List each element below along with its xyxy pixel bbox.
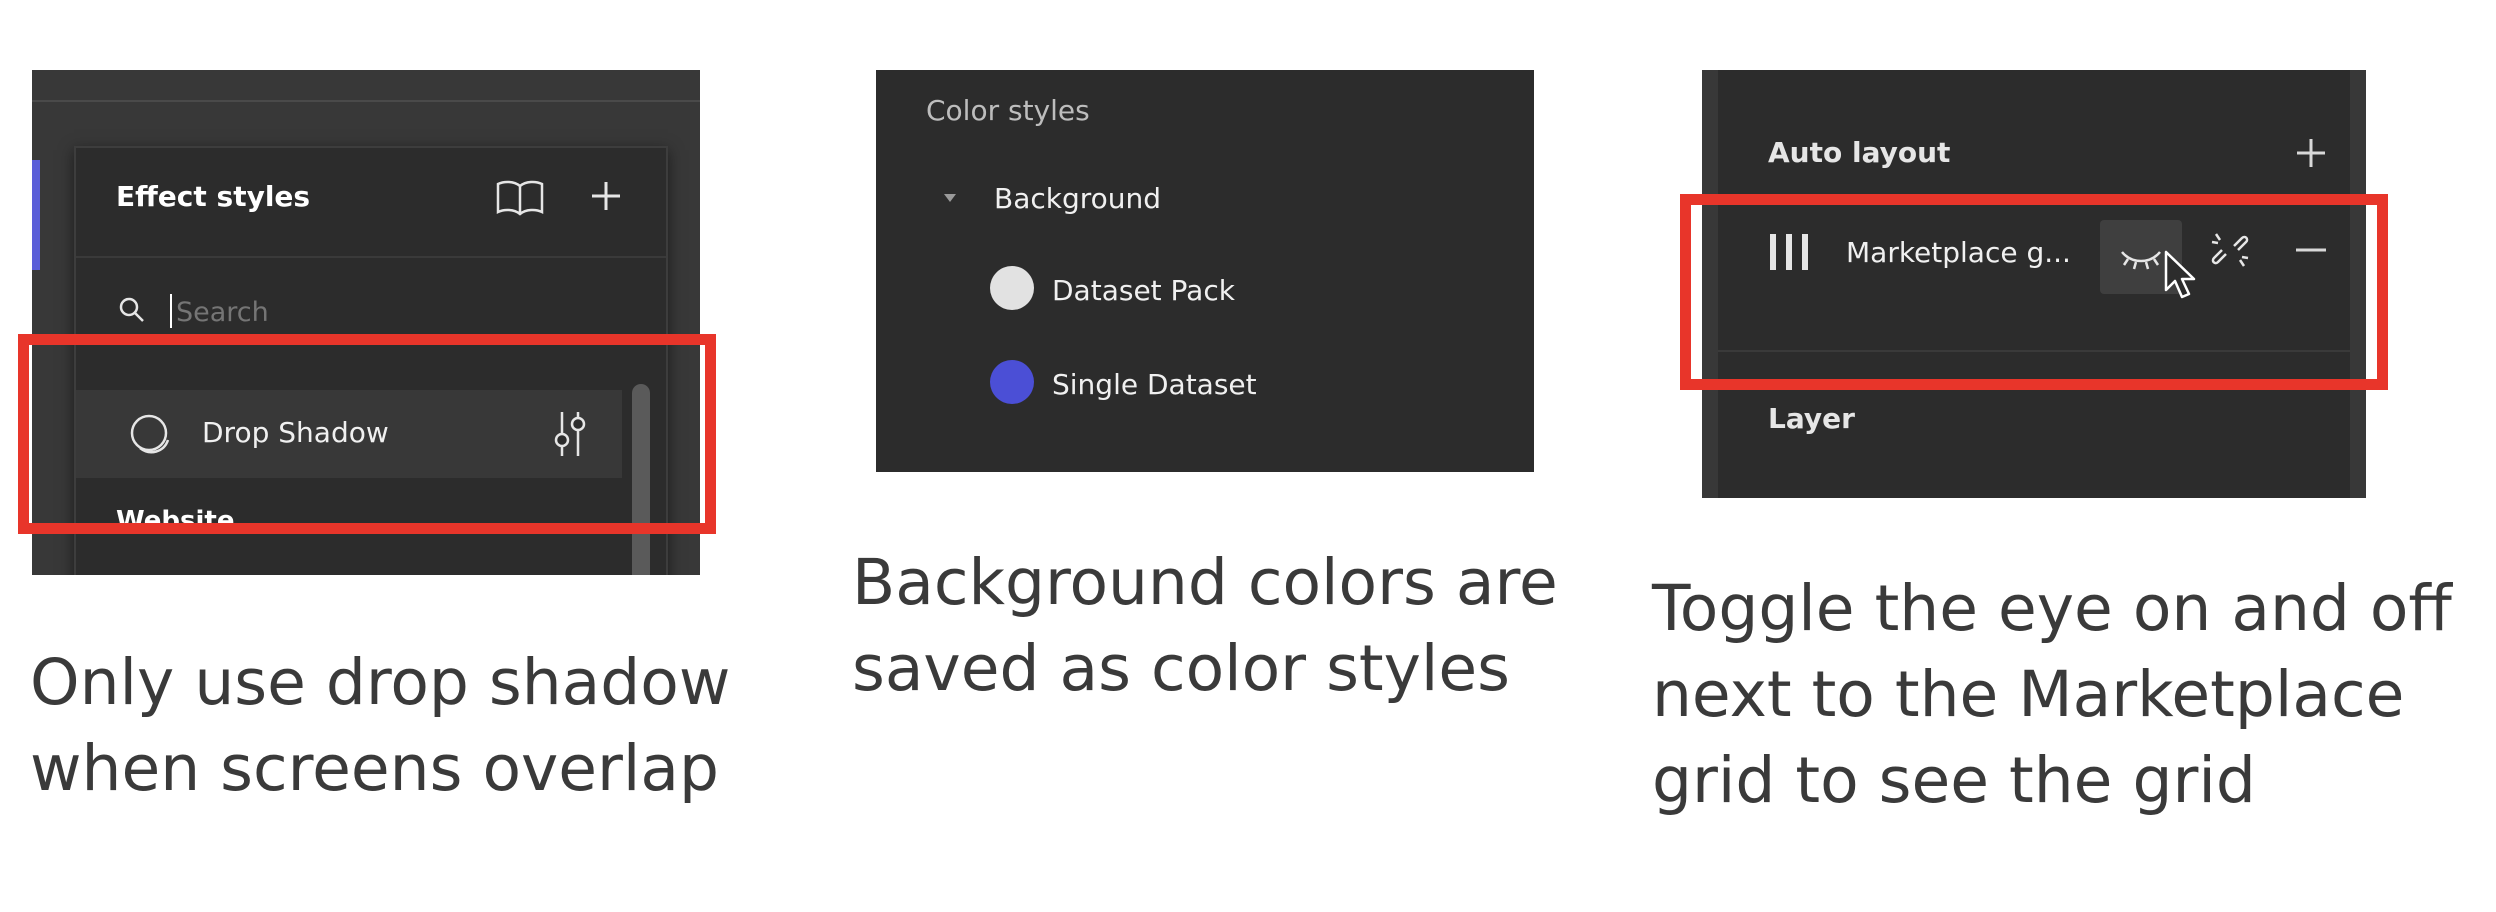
plus-icon[interactable] bbox=[588, 178, 624, 214]
effect-styles-screenshot: Effect styles Search Drop Shadow Website bbox=[32, 70, 700, 575]
caption-color-styles: Background colors are saved as color sty… bbox=[852, 546, 1558, 705]
layout-grid-screenshot: Auto layout Marketplace g... Layer bbox=[1702, 70, 2366, 498]
caption-drop-shadow: Only use drop shadow when screens overla… bbox=[30, 646, 731, 805]
scrollbar[interactable] bbox=[632, 384, 650, 575]
color-style-label: Dataset Pack bbox=[1052, 274, 1235, 307]
color-swatch bbox=[990, 360, 1034, 404]
caret-down-icon[interactable] bbox=[942, 192, 958, 204]
section-divider bbox=[1718, 350, 2350, 352]
layout-grid-label: Marketplace g... bbox=[1846, 236, 2071, 269]
properties-panel: Auto layout Marketplace g... Layer bbox=[1718, 70, 2350, 498]
color-swatch bbox=[990, 266, 1034, 310]
color-style-item-single-dataset[interactable]: Single Dataset bbox=[990, 360, 1450, 410]
search-input[interactable] bbox=[174, 290, 478, 334]
eye-closed-icon bbox=[2118, 244, 2164, 272]
cursor-icon bbox=[2162, 250, 2198, 302]
library-icon[interactable] bbox=[494, 178, 546, 216]
adjust-icon[interactable] bbox=[550, 408, 590, 460]
detach-icon[interactable] bbox=[2208, 228, 2252, 272]
color-style-label: Single Dataset bbox=[1052, 368, 1257, 401]
layer-title: Layer bbox=[1768, 402, 1855, 435]
search-caret bbox=[170, 294, 172, 328]
minus-icon[interactable] bbox=[2294, 246, 2328, 254]
drop-shadow-icon bbox=[126, 410, 176, 460]
color-styles-screenshot: Color styles Background Dataset Pack Sin… bbox=[876, 70, 1534, 472]
color-styles-title: Color styles bbox=[926, 94, 1090, 127]
caption-layout-grid: Toggle the eye on and off next to the Ma… bbox=[1652, 572, 2452, 817]
color-group-background[interactable]: Background bbox=[994, 182, 1161, 215]
canvas-line bbox=[32, 100, 700, 102]
canvas-accent-left bbox=[32, 160, 40, 270]
color-style-item-dataset-pack[interactable]: Dataset Pack bbox=[990, 266, 1450, 316]
effect-style-item-drop-shadow[interactable]: Drop Shadow bbox=[76, 390, 622, 478]
search-icon bbox=[118, 296, 146, 324]
group-label-website: Website bbox=[116, 506, 235, 536]
popover-divider bbox=[76, 256, 666, 258]
plus-icon[interactable] bbox=[2294, 136, 2328, 170]
grid-columns-icon bbox=[1768, 232, 1810, 272]
drop-shadow-label: Drop Shadow bbox=[202, 416, 389, 449]
auto-layout-title: Auto layout bbox=[1768, 136, 1951, 169]
effect-styles-popover: Effect styles Search Drop Shadow Website bbox=[74, 146, 668, 575]
popover-title: Effect styles bbox=[116, 180, 311, 213]
layout-grid-row[interactable]: Marketplace g... bbox=[1718, 200, 2350, 300]
